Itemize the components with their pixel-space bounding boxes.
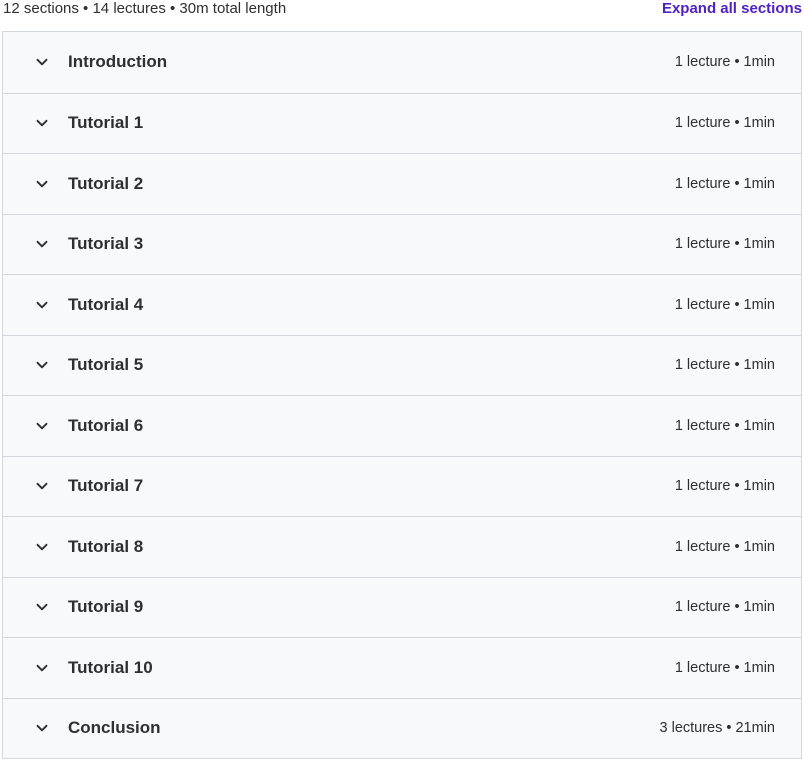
section-row-tutorial-6[interactable]: Tutorial 6 1 lecture • 1min (3, 395, 801, 456)
section-meta: 1 lecture • 1min (674, 417, 775, 434)
section-row-tutorial-4[interactable]: Tutorial 4 1 lecture • 1min (3, 274, 801, 335)
chevron-down-icon (35, 55, 49, 69)
section-title: Tutorial 1 (68, 113, 144, 133)
section-row-tutorial-5[interactable]: Tutorial 5 1 lecture • 1min (3, 334, 801, 395)
section-meta: 1 lecture • 1min (674, 357, 775, 374)
section-row-tutorial-9[interactable]: Tutorial 9 1 lecture • 1min (3, 576, 801, 637)
section-meta: 1 lecture • 1min (674, 659, 775, 676)
chevron-down-icon (35, 177, 49, 191)
section-meta: 1 lecture • 1min (674, 54, 775, 71)
section-title: Tutorial 5 (68, 355, 144, 375)
section-row-tutorial-3[interactable]: Tutorial 3 1 lecture • 1min (3, 213, 801, 274)
section-meta: 1 lecture • 1min (674, 115, 775, 132)
section-title: Tutorial 9 (68, 597, 144, 617)
chevron-down-icon (35, 661, 49, 675)
chevron-down-icon (35, 721, 49, 735)
chevron-down-icon (35, 237, 49, 251)
expand-all-sections-button[interactable]: Expand all sections (662, 0, 802, 18)
curriculum-section-list: Introduction 1 lecture • 1min Tutorial 1… (2, 31, 802, 759)
section-row-tutorial-8[interactable]: Tutorial 8 1 lecture • 1min (3, 516, 801, 577)
section-row-tutorial-2[interactable]: Tutorial 2 1 lecture • 1min (3, 153, 801, 214)
section-row-tutorial-1[interactable]: Tutorial 1 1 lecture • 1min (3, 92, 801, 153)
chevron-down-icon (35, 116, 49, 130)
section-meta: 1 lecture • 1min (674, 175, 775, 192)
section-title: Tutorial 2 (68, 173, 144, 193)
section-meta: 1 lecture • 1min (674, 599, 775, 616)
curriculum-summary-bar: 12 sections • 14 lectures • 30m total le… (0, 0, 803, 31)
section-meta: 1 lecture • 1min (674, 296, 775, 313)
section-meta: 1 lecture • 1min (674, 236, 775, 253)
section-title: Conclusion (68, 718, 161, 738)
section-title: Introduction (68, 52, 168, 72)
section-title: Tutorial 3 (68, 234, 144, 254)
section-meta: 1 lecture • 1min (674, 478, 775, 495)
section-title: Tutorial 4 (68, 294, 144, 314)
section-row-tutorial-10[interactable]: Tutorial 10 1 lecture • 1min (3, 637, 801, 698)
section-title: Tutorial 10 (68, 657, 153, 677)
section-title: Tutorial 8 (68, 536, 144, 556)
section-row-conclusion[interactable]: Conclusion 3 lectures • 21min (3, 697, 801, 758)
section-row-tutorial-7[interactable]: Tutorial 7 1 lecture • 1min (3, 455, 801, 516)
chevron-down-icon (35, 540, 49, 554)
section-meta: 3 lectures • 21min (659, 720, 776, 737)
chevron-down-icon (35, 298, 49, 312)
chevron-down-icon (35, 358, 49, 372)
curriculum-summary-text: 12 sections • 14 lectures • 30m total le… (3, 0, 287, 17)
section-title: Tutorial 6 (68, 415, 144, 435)
chevron-down-icon (35, 419, 49, 433)
chevron-down-icon (35, 600, 49, 614)
section-meta: 1 lecture • 1min (674, 538, 775, 555)
section-title: Tutorial 7 (68, 476, 144, 496)
section-row-introduction[interactable]: Introduction 1 lecture • 1min (3, 32, 801, 93)
chevron-down-icon (35, 479, 49, 493)
